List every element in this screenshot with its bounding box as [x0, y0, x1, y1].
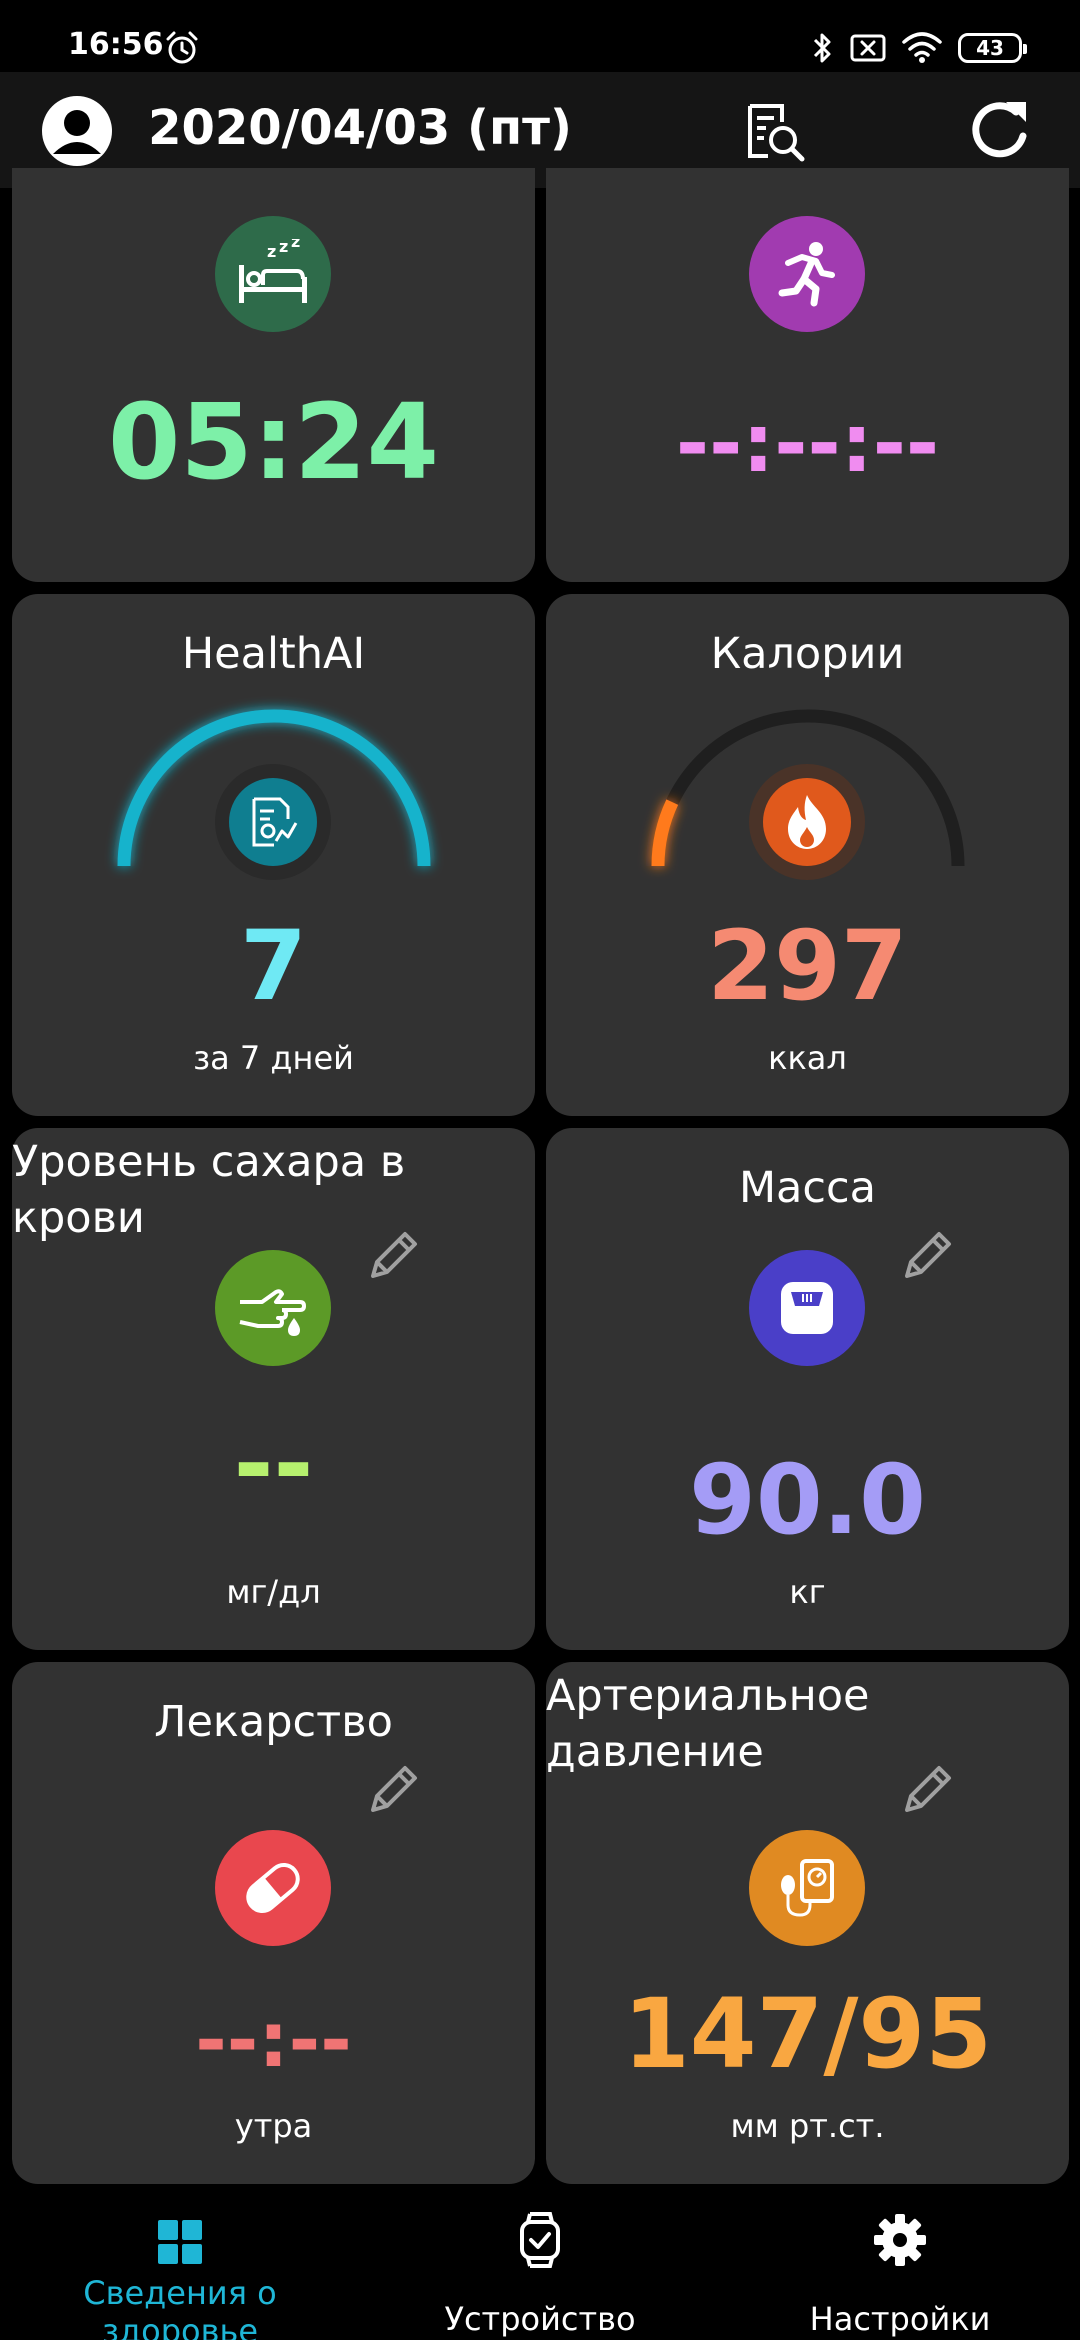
- weight-title: Масса: [738, 1163, 877, 1213]
- nav-device[interactable]: Устройство: [360, 2192, 720, 2340]
- exercise-value: --:--:--: [675, 397, 940, 490]
- glucose-icon-circle: [215, 1250, 331, 1366]
- running-icon: [778, 242, 835, 307]
- weight-icon-circle: [749, 1250, 865, 1366]
- edit-pencil-icon[interactable]: [363, 1226, 423, 1286]
- alarm-icon: [166, 31, 198, 64]
- date-selector[interactable]: 2020/04/03 (пт): [0, 100, 720, 158]
- pill-icon: [246, 1863, 300, 1913]
- weight-value: 90.0: [689, 1444, 926, 1556]
- nav-settings[interactable]: Настройки: [720, 2192, 1080, 2340]
- nav-label: Настройки: [809, 2300, 991, 2338]
- calories-value: 297: [707, 910, 908, 1022]
- svg-text:z: z: [267, 242, 276, 261]
- scale-icon: [781, 1282, 833, 1334]
- calories-title: Калории: [710, 629, 905, 679]
- battery-icon: 43: [958, 33, 1027, 63]
- exercise-card[interactable]: --:--:--: [546, 168, 1069, 582]
- sleep-card[interactable]: z z z 05:24: [12, 168, 535, 582]
- medicine-unit: утра: [234, 2107, 313, 2145]
- svg-text:z: z: [279, 239, 288, 256]
- battery-level: 43: [976, 36, 1004, 60]
- glucose-value: --: [233, 1408, 314, 1520]
- blood-pressure-monitor-icon: [781, 1859, 834, 1917]
- calories-unit: ккал: [768, 1039, 847, 1077]
- status-icons: 43: [812, 30, 1027, 66]
- medicine-icon-circle: [215, 1830, 331, 1946]
- healthai-value: 7: [240, 910, 307, 1022]
- edit-pencil-icon[interactable]: [363, 1760, 423, 1820]
- svg-text:z: z: [291, 239, 300, 251]
- sleep-value: 05:24: [107, 381, 440, 503]
- healthai-title: HealthAI: [181, 629, 366, 679]
- status-time: 16:56: [68, 27, 164, 62]
- healthai-unit: за 7 дней: [193, 1039, 354, 1077]
- status-bar: 16:56 43: [0, 0, 1080, 72]
- calories-icon-circle: [749, 764, 865, 880]
- pressure-icon-circle: [749, 1830, 865, 1946]
- blood-pressure-title: Артериальное давление: [546, 1671, 870, 1777]
- no-sim-icon: [850, 34, 886, 62]
- edit-pencil-icon[interactable]: [897, 1226, 957, 1286]
- wifi-icon: [902, 32, 942, 63]
- medicine-value: --:--: [195, 1995, 352, 2084]
- history-search-icon[interactable]: [742, 102, 808, 164]
- blood-pressure-card[interactable]: Артериальное давление 147/95 мм рт.ст.: [546, 1662, 1069, 2184]
- edit-pencil-icon[interactable]: [897, 1760, 957, 1820]
- bed-icon: z z z: [239, 239, 307, 303]
- pressure-value: 147/95: [622, 1978, 993, 2090]
- weight-unit: кг: [789, 1573, 826, 1611]
- finger-drop-icon: [239, 1289, 306, 1336]
- nav-label: Устройство: [444, 2300, 636, 2338]
- pressure-unit: мм рт.ст.: [730, 2107, 885, 2145]
- calories-card[interactable]: Калории 297 ккал: [546, 594, 1069, 1116]
- medicine-title: Лекарство: [154, 1697, 393, 1747]
- dashboard-grid-icon: [158, 2220, 202, 2264]
- glucose-unit: мг/дл: [226, 1573, 321, 1611]
- medicine-card[interactable]: Лекарство --:-- утра: [12, 1662, 535, 2184]
- blood-glucose-card[interactable]: Уровень сахара в крови -- мг/дл: [12, 1128, 535, 1650]
- smartwatch-icon: [520, 2212, 560, 2268]
- report-chart-icon: [252, 797, 298, 847]
- exercise-icon-circle: [749, 216, 865, 332]
- sleep-icon-circle: z z z: [215, 216, 331, 332]
- nav-label: Сведения о здоровье: [83, 2274, 277, 2340]
- healthai-icon-circle: [215, 764, 331, 880]
- healthai-card[interactable]: HealthAI 7 за 7 дней: [12, 594, 535, 1116]
- flame-icon: [788, 795, 826, 849]
- weight-card[interactable]: Масса 90.0 кг: [546, 1128, 1069, 1650]
- bottom-nav: Сведения о здоровье Устройство Настройки: [0, 2192, 1080, 2340]
- gear-icon: [874, 2214, 926, 2266]
- refresh-icon[interactable]: [966, 98, 1036, 164]
- bluetooth-icon: [813, 33, 831, 63]
- nav-health-info[interactable]: Сведения о здоровье: [0, 2192, 360, 2340]
- blood-glucose-title: Уровень сахара в крови: [12, 1137, 406, 1243]
